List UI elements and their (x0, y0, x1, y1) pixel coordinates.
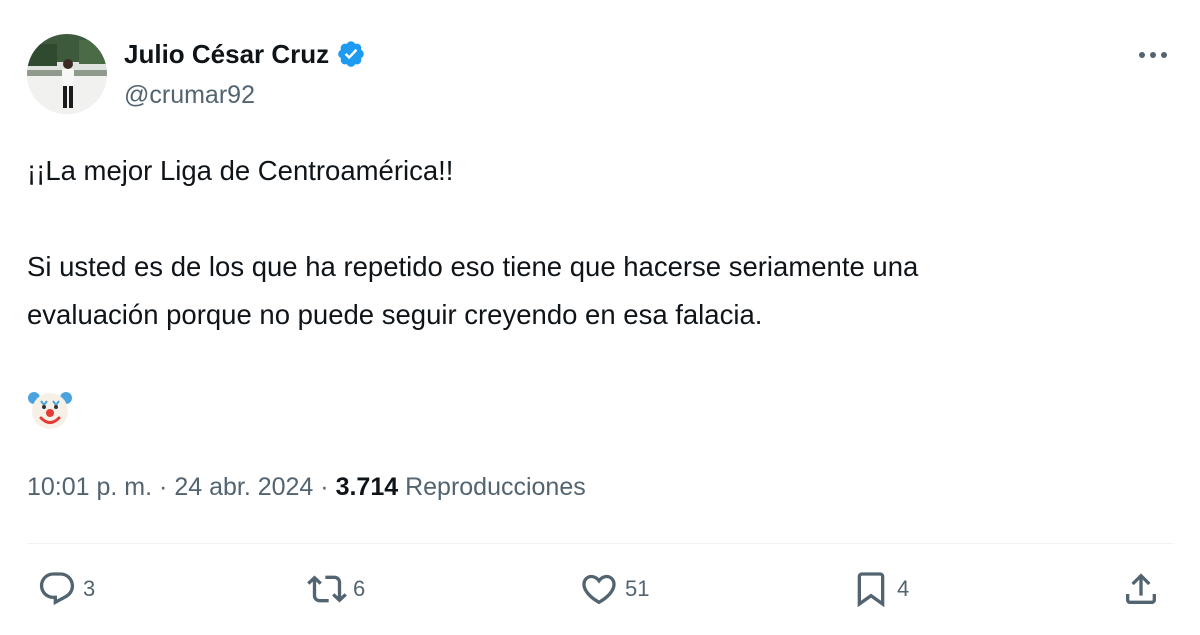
retweet-button[interactable]: 6 (307, 567, 365, 611)
more-options-button[interactable] (1133, 40, 1173, 70)
tweet-text-line-1: ¡¡La mejor Liga de Centroamérica!! (27, 155, 454, 186)
tweet-text-line-3: evaluación porque no puede seguir creyen… (27, 299, 763, 330)
avatar[interactable] (27, 34, 107, 114)
tweet-meta: 10:01 p. m. · 24 abr. 2024 · 3.714 Repro… (27, 470, 586, 504)
clown-face-emoji-icon (28, 392, 72, 429)
share-button[interactable] (1121, 567, 1161, 611)
author-name-row: Julio César Cruz (124, 38, 366, 70)
tweet-text-line-2: Si usted es de los que ha repetido eso t… (27, 251, 919, 282)
like-button[interactable]: 51 (579, 567, 649, 611)
bookmark-button[interactable]: 4 (851, 567, 909, 611)
like-count: 51 (625, 576, 650, 601)
verified-badge-icon[interactable] (336, 39, 366, 69)
retweet-count: 6 (353, 576, 366, 601)
tweet-date[interactable]: 24 abr. 2024 (174, 473, 313, 501)
reply-count: 3 (83, 576, 96, 601)
reply-button[interactable]: 3 (37, 567, 95, 611)
more-dots-icon (1139, 52, 1167, 58)
retweet-icon (307, 575, 347, 603)
bookmark-count: 4 (897, 576, 910, 601)
divider (27, 543, 1173, 544)
author-handle[interactable]: @crumar92 (124, 80, 255, 110)
views-count: 3.714 (335, 473, 399, 501)
share-icon (1126, 573, 1156, 604)
heart-icon (582, 574, 616, 605)
reply-icon (39, 572, 75, 606)
avatar-photo (27, 34, 107, 114)
tweet-time[interactable]: 10:01 p. m. (27, 473, 152, 501)
views-label: Reproducciones (405, 473, 586, 501)
meta-separator: · (320, 473, 329, 501)
author-name[interactable]: Julio César Cruz (124, 38, 329, 70)
meta-separator: · (159, 473, 168, 501)
bookmark-icon (857, 572, 885, 608)
